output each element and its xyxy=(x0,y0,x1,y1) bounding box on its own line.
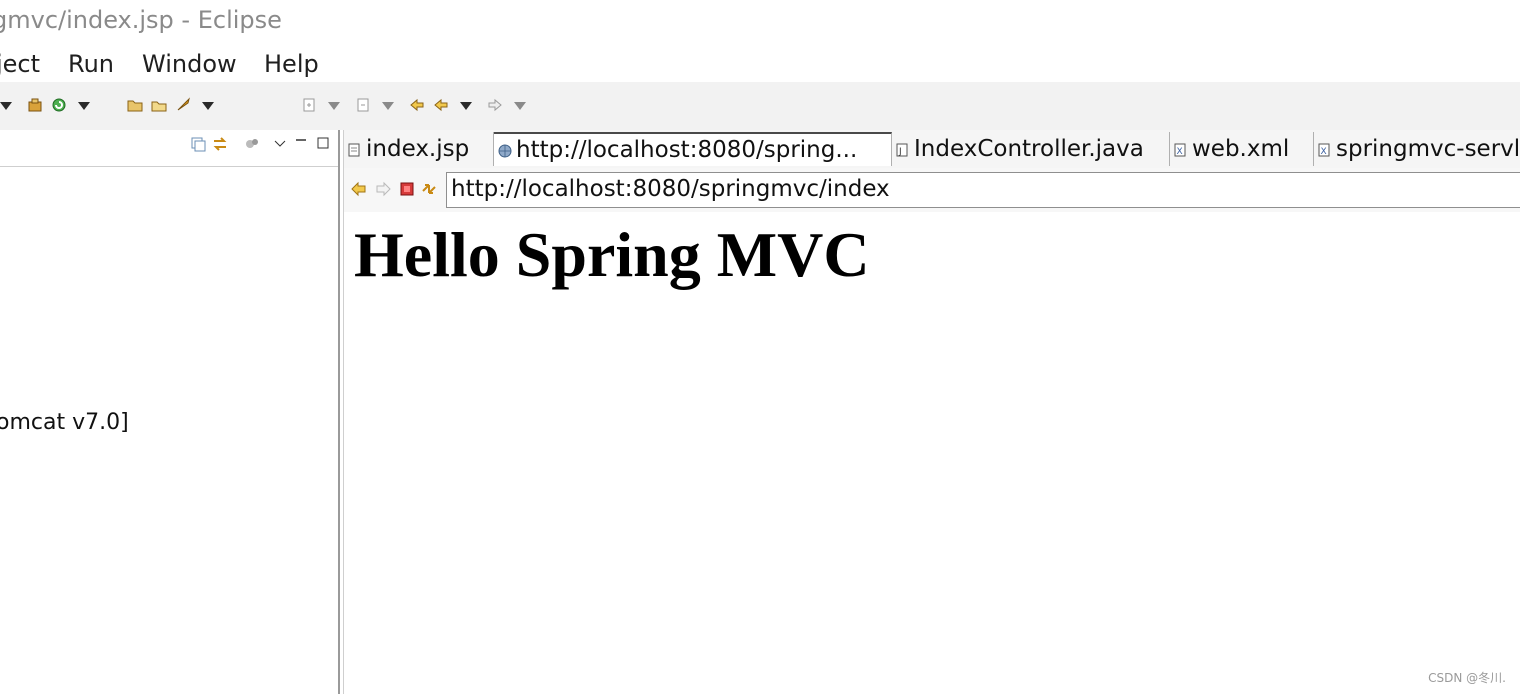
dropdown-caret[interactable] xyxy=(514,102,526,110)
dropdown-caret[interactable] xyxy=(0,102,12,110)
server-node-label[interactable]: omcat v7.0] xyxy=(0,410,129,435)
tab-label: index.jsp xyxy=(366,136,470,162)
title-bar: gmvc/index.jsp - Eclipse xyxy=(0,0,1520,46)
next-annotation-icon[interactable] xyxy=(300,96,318,114)
menu-help[interactable]: Help xyxy=(264,50,319,78)
open-file-icon[interactable] xyxy=(150,96,168,114)
forward-icon[interactable] xyxy=(374,180,392,198)
link-with-editor-icon[interactable] xyxy=(212,136,228,152)
stop-icon[interactable] xyxy=(398,180,416,198)
url-input[interactable]: http://localhost:8080/springmvc/index xyxy=(446,172,1520,208)
toolbar xyxy=(0,82,1520,131)
browser-content: Hello Spring MVC xyxy=(344,212,1520,694)
menu-run[interactable]: Run xyxy=(68,50,114,78)
tab-index-jsp[interactable]: index.jsp xyxy=(344,132,494,166)
dropdown-caret[interactable] xyxy=(202,102,214,110)
menu-bar: ject Run Window Help xyxy=(0,46,1520,82)
dropdown-caret[interactable] xyxy=(460,102,472,110)
back-icon[interactable] xyxy=(350,180,368,198)
tab-springmvc-servlet[interactable]: X springmvc-servle xyxy=(1314,132,1520,166)
tab-label: web.xml xyxy=(1192,136,1290,162)
package-icon[interactable] xyxy=(26,96,44,114)
project-explorer-panel: omcat v7.0] xyxy=(0,130,338,694)
jsp-file-icon xyxy=(348,142,360,157)
tab-web-xml[interactable]: X web.xml xyxy=(1170,132,1314,166)
dropdown-caret[interactable] xyxy=(78,102,90,110)
prev-annotation-icon[interactable] xyxy=(354,96,372,114)
maximize-icon[interactable] xyxy=(316,136,332,152)
svg-text:X: X xyxy=(1321,147,1327,157)
dropdown-caret[interactable] xyxy=(328,102,340,110)
forward-icon[interactable] xyxy=(486,96,504,114)
svg-text:J: J xyxy=(898,147,902,157)
minimize-icon[interactable] xyxy=(294,136,310,152)
tab-label: springmvc-servle xyxy=(1336,136,1520,162)
url-text: http://localhost:8080/springmvc/index xyxy=(451,176,890,202)
open-folder-icon[interactable] xyxy=(126,96,144,114)
refresh-run-icon[interactable] xyxy=(50,96,68,114)
svg-text:X: X xyxy=(1177,147,1183,157)
editor-tab-strip: index.jsp http://localhost:8080/spring..… xyxy=(344,130,1520,169)
tab-label: http://localhost:8080/spring... xyxy=(516,137,858,163)
back-icon[interactable] xyxy=(432,96,450,114)
menu-window[interactable]: Window xyxy=(142,50,237,78)
watermark: CSDN @冬川. xyxy=(1428,671,1506,685)
last-edit-icon[interactable] xyxy=(408,96,426,114)
launch-icon[interactable] xyxy=(174,96,192,114)
collapse-all-icon[interactable] xyxy=(190,136,206,152)
tab-browser[interactable]: http://localhost:8080/spring... xyxy=(494,132,892,166)
window-title: gmvc/index.jsp - Eclipse xyxy=(0,6,282,34)
tab-index-controller[interactable]: J IndexController.java xyxy=(892,132,1170,166)
xml-file-icon: X xyxy=(1318,142,1330,157)
refresh-icon[interactable] xyxy=(420,180,438,198)
tab-label: IndexController.java xyxy=(914,136,1144,162)
panel-header xyxy=(0,130,338,167)
xml-file-icon: X xyxy=(1174,142,1186,157)
globe-icon xyxy=(498,143,512,158)
dropdown-caret[interactable] xyxy=(382,102,394,110)
java-file-icon: J xyxy=(896,142,908,157)
menu-project[interactable]: ject xyxy=(0,50,40,78)
chevron-down-icon[interactable] xyxy=(272,136,288,152)
view-menu-icon[interactable] xyxy=(244,136,260,152)
page-heading: Hello Spring MVC xyxy=(354,219,870,290)
